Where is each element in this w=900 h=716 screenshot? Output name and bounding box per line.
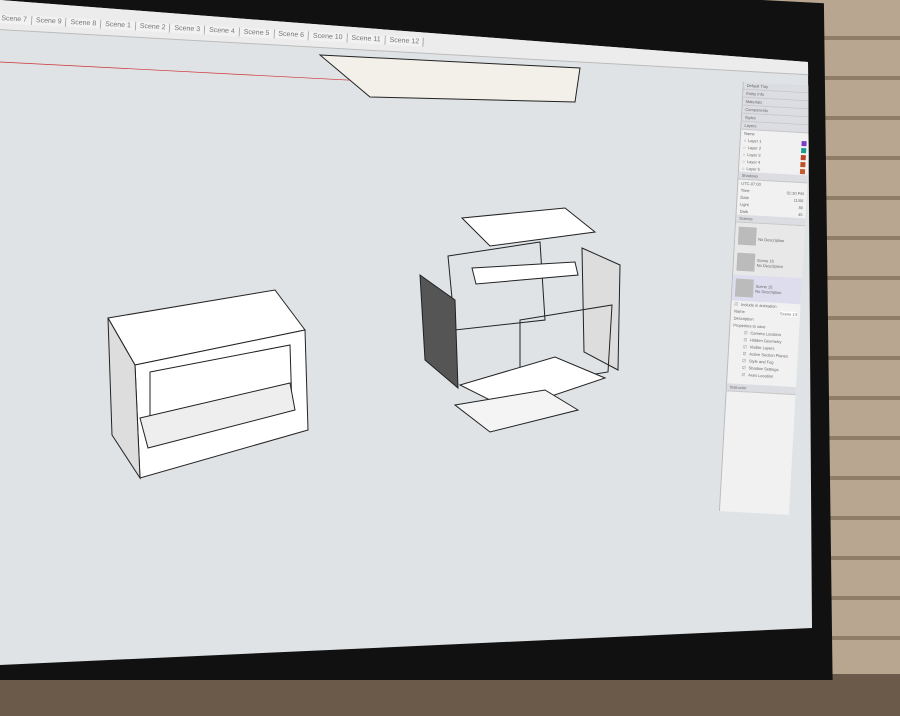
model-fragment	[320, 55, 580, 102]
monitor-screen: Scene 7Scene 9Scene 8Scene 1Scene 2Scene…	[0, 0, 900, 674]
exploded-cabinet	[420, 208, 620, 432]
model-viewport[interactable]	[0, 0, 900, 674]
assembled-cabinet	[108, 290, 308, 478]
